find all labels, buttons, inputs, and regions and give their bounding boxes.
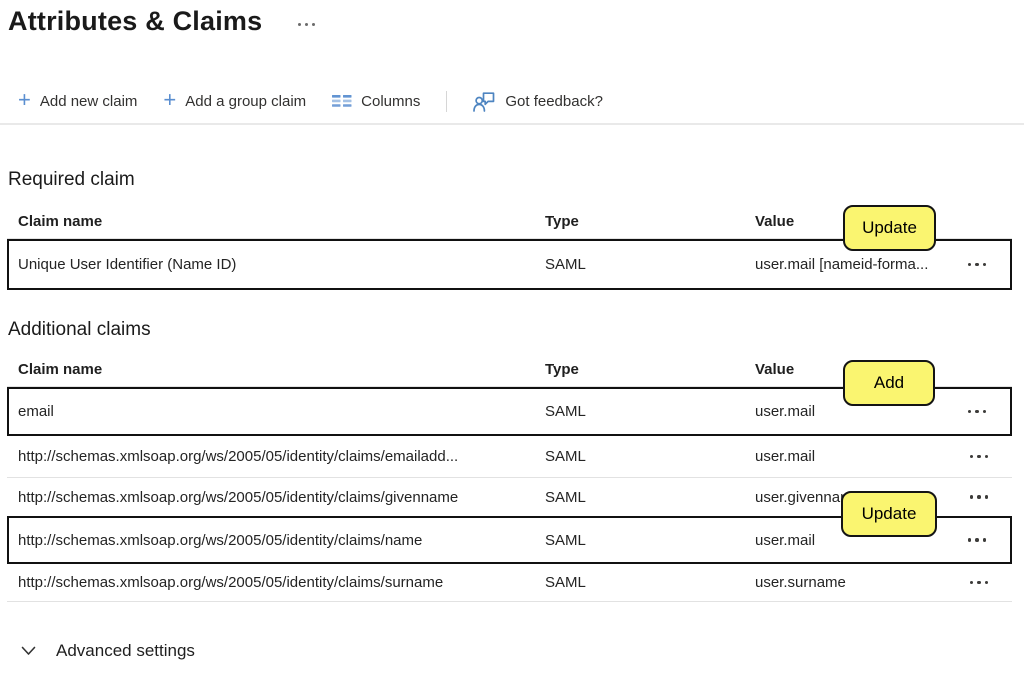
- feedback-icon: [473, 91, 496, 112]
- annotation-callout-update-name: Update: [841, 491, 937, 537]
- claim-name: Unique User Identifier (Name ID): [18, 256, 545, 273]
- row-menu-icon[interactable]: [966, 404, 989, 420]
- claim-name: http://schemas.xmlsoap.org/ws/2005/05/id…: [18, 489, 545, 506]
- columns-label: Columns: [361, 93, 420, 110]
- add-group-claim-label: Add a group claim: [185, 93, 306, 110]
- claim-name: http://schemas.xmlsoap.org/ws/2005/05/id…: [18, 448, 545, 465]
- claim-name: http://schemas.xmlsoap.org/ws/2005/05/id…: [18, 574, 545, 591]
- claim-type: SAML: [545, 256, 755, 273]
- toolbar-separator: [0, 123, 1024, 125]
- columns-button[interactable]: Columns: [332, 93, 420, 110]
- advanced-settings-toggle[interactable]: Advanced settings: [21, 641, 195, 661]
- claim-name: email: [18, 403, 545, 420]
- plus-icon: +: [163, 91, 176, 109]
- claim-value: user.mail [nameid-forma...: [755, 256, 960, 273]
- row-menu-icon[interactable]: [968, 449, 991, 465]
- plus-icon: +: [18, 91, 31, 109]
- add-new-claim-label: Add new claim: [40, 93, 138, 110]
- row-menu-icon[interactable]: [968, 575, 991, 591]
- column-header-claim-name: Claim name: [18, 213, 545, 230]
- claim-name: http://schemas.xmlsoap.org/ws/2005/05/id…: [18, 532, 545, 549]
- columns-icon: [332, 94, 352, 108]
- claim-value: user.mail: [755, 448, 960, 465]
- claim-type: SAML: [545, 403, 755, 420]
- claim-type: SAML: [545, 489, 755, 506]
- annotation-callout-add-email: Add: [843, 360, 935, 406]
- toolbar: + Add new claim + Add a group claim Colu…: [18, 86, 603, 116]
- required-claim-heading: Required claim: [8, 169, 135, 191]
- page-title: Attributes & Claims: [8, 6, 262, 37]
- advanced-settings-label: Advanced settings: [56, 641, 195, 661]
- attributes-claims-page: Attributes & Claims + Add new claim + Ad…: [0, 0, 1024, 673]
- got-feedback-button[interactable]: Got feedback?: [473, 91, 603, 112]
- table-row-emailaddress[interactable]: http://schemas.xmlsoap.org/ws/2005/05/id…: [7, 436, 1012, 478]
- page-header: Attributes & Claims: [8, 6, 319, 37]
- row-menu-icon[interactable]: [966, 532, 989, 548]
- column-header-type: Type: [545, 213, 755, 230]
- toolbar-divider: [446, 91, 447, 112]
- column-header-type: Type: [545, 361, 755, 378]
- claim-type: SAML: [545, 448, 755, 465]
- claim-type: SAML: [545, 574, 755, 591]
- more-options-icon[interactable]: [294, 17, 319, 32]
- row-menu-icon[interactable]: [968, 489, 991, 505]
- claim-value: user.surname: [755, 574, 960, 591]
- claim-type: SAML: [545, 532, 755, 549]
- add-new-claim-button[interactable]: + Add new claim: [18, 92, 137, 110]
- annotation-callout-update-required: Update: [843, 205, 936, 251]
- row-menu-icon[interactable]: [966, 257, 989, 273]
- table-row-surname[interactable]: http://schemas.xmlsoap.org/ws/2005/05/id…: [7, 564, 1012, 602]
- add-group-claim-button[interactable]: + Add a group claim: [163, 92, 306, 110]
- got-feedback-label: Got feedback?: [505, 93, 603, 110]
- column-header-claim-name: Claim name: [18, 361, 545, 378]
- chevron-down-icon: [21, 646, 36, 656]
- additional-claims-heading: Additional claims: [8, 319, 151, 341]
